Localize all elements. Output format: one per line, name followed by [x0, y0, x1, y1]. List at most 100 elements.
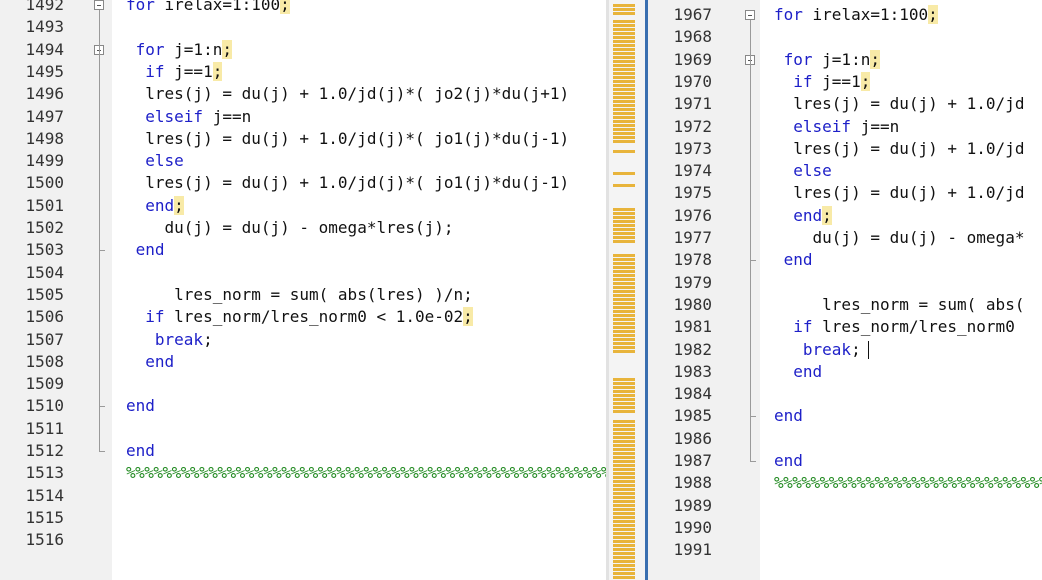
change-marker[interactable]	[613, 72, 635, 75]
change-marker[interactable]	[613, 184, 635, 187]
code-line[interactable]: du(j) = du(j) - omega*lres(j);	[126, 217, 454, 239]
change-marker[interactable]	[613, 36, 635, 39]
change-marker[interactable]	[613, 294, 635, 297]
code-line[interactable]: lres_norm = sum( abs(	[774, 294, 1024, 316]
code-line[interactable]: else	[126, 150, 184, 172]
change-marker[interactable]	[613, 100, 635, 103]
change-marker[interactable]	[613, 64, 635, 67]
code-line[interactable]: else	[774, 160, 832, 182]
change-marker[interactable]	[613, 278, 635, 281]
code-line[interactable]: end	[774, 450, 803, 472]
change-marker[interactable]	[613, 212, 635, 215]
change-marker[interactable]	[613, 258, 635, 261]
change-marker[interactable]	[613, 420, 635, 423]
change-marker[interactable]	[613, 140, 635, 143]
right-editor-pane[interactable]: 1967 1968 1969 1970 1971 1972 1973 1974 1975 1976…	[648, 0, 1042, 580]
change-marker[interactable]	[613, 428, 635, 431]
change-marker[interactable]	[613, 24, 635, 27]
change-marker[interactable]	[613, 28, 635, 31]
code-line[interactable]: end;	[774, 205, 832, 227]
change-marker[interactable]	[613, 448, 635, 451]
code-line[interactable]: lres_norm = sum( abs(lres) )/n;	[126, 284, 473, 306]
change-marker[interactable]	[613, 548, 635, 551]
change-marker[interactable]	[613, 92, 635, 95]
change-marker[interactable]	[613, 120, 635, 123]
change-marker[interactable]	[613, 456, 635, 459]
change-marker[interactable]	[613, 524, 635, 527]
change-marker[interactable]	[613, 560, 635, 563]
change-marker[interactable]	[613, 390, 635, 393]
change-marker[interactable]	[613, 56, 635, 59]
change-marker[interactable]	[613, 480, 635, 483]
change-marker[interactable]	[613, 504, 635, 507]
change-marker[interactable]	[613, 112, 635, 115]
change-marker[interactable]	[613, 270, 635, 273]
code-line[interactable]: du(j) = du(j) - omega*	[774, 227, 1025, 249]
change-marker[interactable]	[613, 496, 635, 499]
code-line[interactable]: lres(j) = du(j) + 1.0/jd	[774, 182, 1024, 204]
code-line[interactable]: lres(j) = du(j) + 1.0/jd	[774, 138, 1024, 160]
code-line[interactable]: elseif j==n	[774, 116, 899, 138]
change-marker[interactable]	[613, 410, 635, 413]
change-marker[interactable]	[613, 208, 635, 211]
change-marker[interactable]	[613, 60, 635, 63]
code-line[interactable]: end	[126, 440, 155, 462]
code-line[interactable]: end;	[126, 195, 184, 217]
left-editor-pane[interactable]: 1492 1493 1494 1495 1496 1497 1498 1499 1500 1501…	[0, 0, 606, 580]
change-marker[interactable]	[613, 552, 635, 555]
change-marker[interactable]	[613, 460, 635, 463]
change-marker[interactable]	[613, 444, 635, 447]
code-line[interactable]: end	[126, 351, 174, 373]
change-marker[interactable]	[613, 326, 635, 329]
change-marker[interactable]	[613, 378, 635, 381]
change-marker[interactable]	[613, 406, 635, 409]
change-marker[interactable]	[613, 274, 635, 277]
change-marker[interactable]	[613, 532, 635, 535]
change-marker[interactable]	[613, 240, 635, 243]
change-marker[interactable]	[613, 80, 635, 83]
change-marker[interactable]	[613, 220, 635, 223]
change-marker[interactable]	[613, 32, 635, 35]
change-marker[interactable]	[613, 452, 635, 455]
code-line[interactable]: lres(j) = du(j) + 1.0/jd(j)*( jo1(j)*du(…	[126, 172, 569, 194]
fold-toggle-icon[interactable]	[94, 0, 104, 10]
change-marker[interactable]	[613, 520, 635, 523]
change-marker[interactable]	[613, 564, 635, 567]
change-marker[interactable]	[613, 472, 635, 475]
change-marker[interactable]	[613, 286, 635, 289]
change-marker[interactable]	[613, 394, 635, 397]
change-marker[interactable]	[613, 124, 635, 127]
change-marker[interactable]	[613, 330, 635, 333]
change-marker[interactable]	[613, 516, 635, 519]
change-marker[interactable]	[613, 104, 635, 107]
change-marker[interactable]	[613, 8, 635, 11]
change-marker[interactable]	[613, 44, 635, 47]
change-marker[interactable]	[613, 298, 635, 301]
change-marker[interactable]	[613, 322, 635, 325]
code-line[interactable]: break;	[126, 329, 213, 351]
change-marker[interactable]	[613, 568, 635, 571]
change-marker[interactable]	[613, 528, 635, 531]
change-marker[interactable]	[613, 350, 635, 353]
change-marker[interactable]	[613, 84, 635, 87]
change-marker[interactable]	[613, 334, 635, 337]
code-line[interactable]: if j==1;	[126, 61, 223, 83]
change-marker[interactable]	[613, 76, 635, 79]
change-marker[interactable]	[613, 12, 635, 15]
change-marker[interactable]	[613, 468, 635, 471]
change-marker[interactable]	[613, 40, 635, 43]
change-marker[interactable]	[613, 440, 635, 443]
code-line[interactable]: lres(j) = du(j) + 1.0/jd(j)*( jo1(j)*du(…	[126, 128, 569, 150]
change-marker[interactable]	[613, 382, 635, 385]
change-marker[interactable]	[613, 500, 635, 503]
code-area[interactable]: for irelax=1:100; for j=1:n; if j==1; lr…	[112, 0, 606, 580]
change-marker[interactable]	[613, 254, 635, 257]
change-marker[interactable]	[613, 556, 635, 559]
change-marker[interactable]	[613, 96, 635, 99]
code-line[interactable]: end	[774, 361, 822, 383]
code-line[interactable]: for irelax=1:100;	[774, 4, 938, 26]
change-marker[interactable]	[613, 306, 635, 309]
change-marker[interactable]	[613, 476, 635, 479]
code-line[interactable]: end	[126, 239, 165, 261]
code-line[interactable]: for j=1:n;	[126, 39, 232, 61]
